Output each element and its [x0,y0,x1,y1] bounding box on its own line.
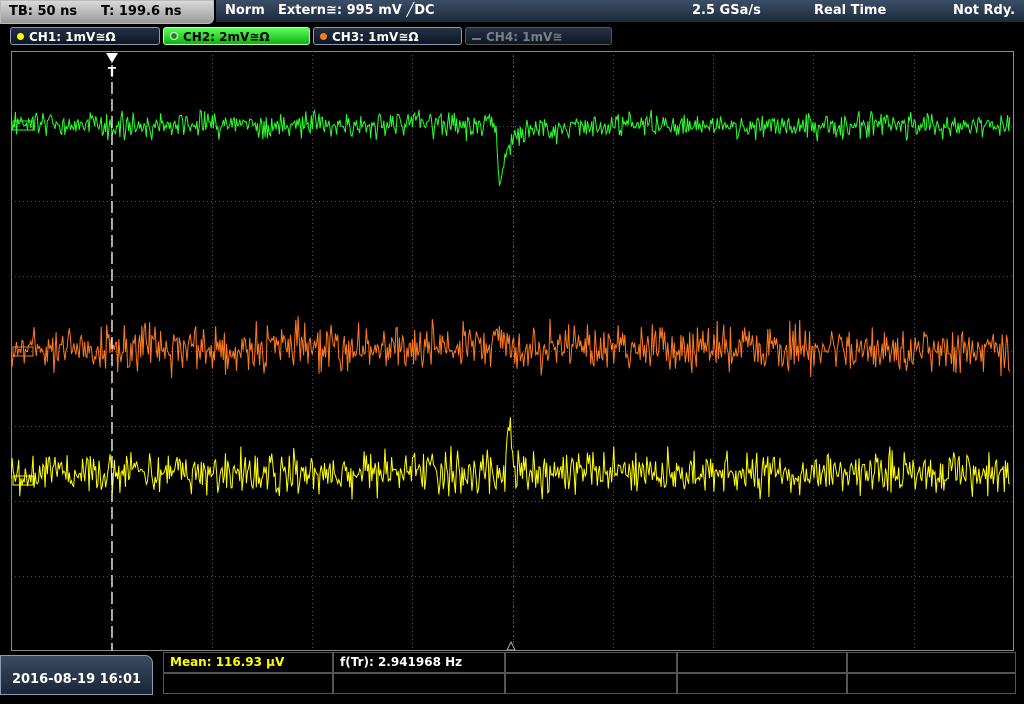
mean-measurement[interactable]: Mean: 116.93 µV [163,652,333,673]
timebase-panel[interactable]: TB: 50 ns T: 199.6 ns [0,0,214,24]
channel-2-label: CH2: 2mV≅Ω [183,30,270,44]
measurement-slot-10[interactable] [847,673,1016,694]
measurement-slot-6[interactable] [163,673,333,694]
channel-4-button[interactable]: CH4: 1mV≅ [465,27,612,45]
channel-3-label: CH3: 1mV≅Ω [332,30,419,44]
graticule: T [11,51,1014,651]
channel-1-dot-icon [17,33,24,40]
trigger-marker-label: T [108,65,117,79]
measurement-bar: 2016-08-19 16:01 Mean: 116.93 µV f(Tr): … [0,652,1024,695]
measurement-slot-7[interactable] [333,673,505,694]
measurement-slot-8[interactable] [505,673,677,694]
trigger-panel[interactable]: Norm Extern≅: 995 mV ╱DC 2.5 GSa/s Real … [216,0,1024,22]
channel-2-dot-icon [170,32,178,40]
channel-3-dot-icon [320,33,327,40]
measurement-slot-5[interactable] [847,652,1016,673]
timebase-label: TB: 50 ns [9,4,78,19]
measurement-slot-3[interactable] [505,652,677,673]
channel-3-button[interactable]: CH3: 1mV≅Ω [313,27,462,45]
trigger-frequency-measurement[interactable]: f(Tr): 2.941968 Hz [333,652,505,673]
channel-bar: CH1: 1mV≅Ω CH2: 2mV≅Ω CH3: 1mV≅Ω CH4: 1m… [0,26,1024,48]
datetime-panel[interactable]: 2016-08-19 16:01 [0,655,153,695]
channel-1-button[interactable]: CH1: 1mV≅Ω [10,27,160,45]
trigger-time-label: T: 199.6 ns [101,4,182,19]
channel-2-button[interactable]: CH2: 2mV≅Ω [163,27,310,45]
trigger-source: Extern≅: 995 mV ╱DC [278,3,435,18]
measurement-slot-4[interactable] [677,652,847,673]
sample-rate: 2.5 GSa/s [692,3,761,18]
waveform-display[interactable]: T [11,51,1014,651]
channel-1-label: CH1: 1mV≅Ω [29,30,116,44]
datetime-label: 2016-08-19 16:01 [11,672,142,687]
run-state: Not Rdy. [953,3,1016,18]
measurement-slot-9[interactable] [677,673,847,694]
status-bar: TB: 50 ns T: 199.6 ns Norm Extern≅: 995 … [0,0,1024,24]
measurement-table: Mean: 116.93 µV f(Tr): 2.941968 Hz [163,652,1016,695]
channel-4-label: CH4: 1mV≅ [486,30,563,44]
channel-4-off-icon [472,38,481,40]
trigger-mode: Norm [225,3,265,18]
acquisition-mode: Real Time [814,3,887,18]
